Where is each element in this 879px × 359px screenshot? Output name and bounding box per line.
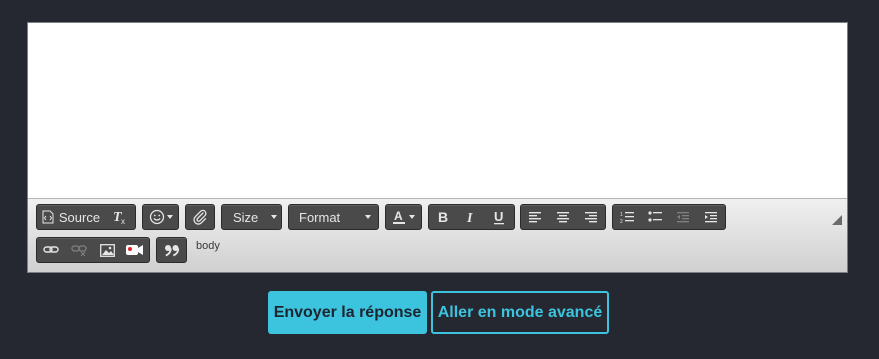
bold-button[interactable]: B bbox=[429, 205, 457, 229]
emoji-icon bbox=[149, 209, 165, 225]
text-color-group: A bbox=[385, 204, 422, 230]
underline-button[interactable]: U bbox=[485, 205, 513, 229]
video-button[interactable] bbox=[121, 238, 149, 262]
svg-text:2: 2 bbox=[620, 219, 623, 224]
rich-text-editor: Source Tx Size Format A B I U 1 2 body bbox=[27, 22, 848, 273]
svg-text:1: 1 bbox=[620, 212, 623, 218]
indent-icon bbox=[704, 211, 718, 223]
italic-icon: I bbox=[464, 209, 478, 225]
svg-text:x: x bbox=[121, 217, 125, 225]
align-center-button[interactable] bbox=[549, 205, 577, 229]
format-label: Format bbox=[299, 209, 341, 225]
attachment-group bbox=[185, 204, 215, 230]
chevron-down-icon bbox=[166, 215, 173, 219]
svg-text:A: A bbox=[394, 209, 403, 223]
editor-content-area[interactable] bbox=[28, 23, 847, 198]
chevron-down-icon bbox=[365, 215, 371, 219]
outdent-button[interactable] bbox=[669, 205, 697, 229]
unlink-icon bbox=[71, 244, 87, 256]
source-label: Source bbox=[58, 209, 101, 225]
image-button[interactable] bbox=[93, 238, 121, 262]
source-icon bbox=[42, 210, 54, 224]
basic-styles-group: B I U bbox=[428, 204, 515, 230]
list-group: 12 bbox=[612, 204, 726, 230]
align-left-button[interactable] bbox=[521, 205, 549, 229]
attachment-button[interactable] bbox=[186, 205, 214, 229]
text-color-button[interactable]: A bbox=[386, 205, 421, 229]
italic-button[interactable]: I bbox=[457, 205, 485, 229]
bulleted-list-button[interactable] bbox=[641, 205, 669, 229]
svg-text:I: I bbox=[466, 211, 473, 225]
underline-icon: U bbox=[492, 209, 506, 225]
blockquote-button[interactable] bbox=[157, 238, 186, 262]
svg-text:U: U bbox=[494, 209, 503, 224]
source-group: Source Tx bbox=[36, 204, 136, 230]
emoji-button[interactable] bbox=[143, 205, 178, 229]
element-path[interactable]: body bbox=[196, 240, 220, 252]
emoji-group bbox=[142, 204, 179, 230]
chevron-down-icon bbox=[409, 215, 415, 219]
link-icon bbox=[43, 245, 59, 255]
indent-button[interactable] bbox=[697, 205, 725, 229]
align-right-icon bbox=[584, 211, 598, 223]
remove-format-button[interactable]: Tx bbox=[105, 205, 135, 229]
bold-icon: B bbox=[436, 209, 450, 225]
align-left-icon bbox=[528, 211, 542, 223]
outdent-icon bbox=[676, 211, 690, 223]
image-icon bbox=[99, 243, 115, 257]
align-right-button[interactable] bbox=[577, 205, 605, 229]
attachment-icon bbox=[192, 209, 208, 225]
chevron-down-icon bbox=[271, 215, 277, 219]
blockquote-group bbox=[156, 237, 187, 263]
blockquote-icon bbox=[164, 243, 180, 257]
bulleted-list-icon bbox=[648, 210, 662, 224]
send-reply-button[interactable]: Envoyer la réponse bbox=[268, 291, 427, 334]
svg-text:B: B bbox=[438, 209, 448, 225]
numbered-list-icon: 12 bbox=[620, 210, 634, 224]
advanced-mode-button[interactable]: Aller en mode avancé bbox=[431, 291, 609, 334]
numbered-list-button[interactable]: 12 bbox=[613, 205, 641, 229]
unlink-button[interactable] bbox=[65, 238, 93, 262]
video-icon bbox=[126, 244, 144, 256]
align-center-icon bbox=[556, 211, 570, 223]
link-button[interactable] bbox=[37, 238, 65, 262]
resize-icon[interactable] bbox=[832, 212, 842, 230]
size-label: Size bbox=[233, 209, 259, 225]
text-color-icon: A bbox=[392, 209, 408, 225]
insert-group bbox=[36, 237, 150, 263]
source-button[interactable]: Source bbox=[37, 205, 105, 229]
format-dropdown[interactable]: Format bbox=[288, 204, 379, 230]
editor-toolbar: Source Tx Size Format A B I U 1 2 body bbox=[28, 198, 847, 272]
alignment-group bbox=[520, 204, 606, 230]
remove-format-icon: Tx bbox=[112, 209, 128, 225]
size-dropdown[interactable]: Size bbox=[221, 204, 282, 230]
